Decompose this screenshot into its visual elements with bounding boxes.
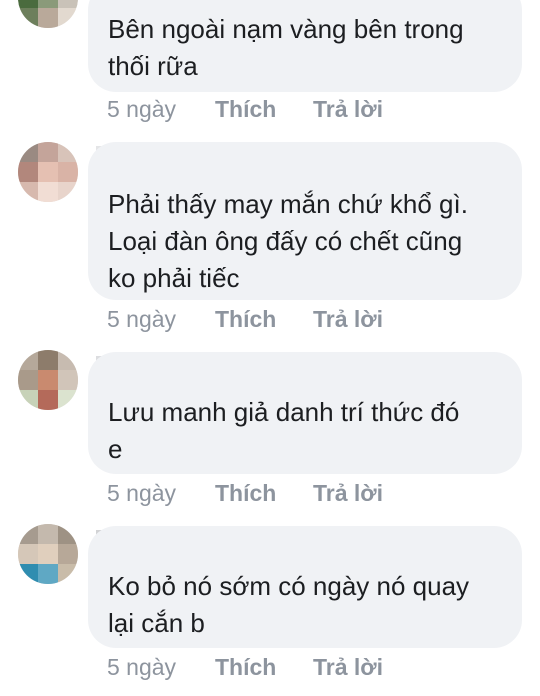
comment-text: Phải thấy may mắn chứ khổ gì. Loại đàn ô… xyxy=(108,189,468,293)
avatar[interactable] xyxy=(18,142,78,202)
comment-text: Ko bỏ nó sớm có ngày nó quay lại cắn b xyxy=(108,571,470,638)
comment-bubble: Bên ngoài nạm vàng bên trong thối rữa xyxy=(88,0,522,92)
like-button[interactable]: Thích xyxy=(215,652,313,682)
comment-text: Lưu manh giả danh trí thức đó e xyxy=(108,397,460,464)
reply-button[interactable]: Trả lời xyxy=(313,94,383,124)
comment-time[interactable]: 5 ngày xyxy=(107,652,215,682)
like-button[interactable]: Thích xyxy=(215,304,313,334)
like-button[interactable]: Thích xyxy=(215,94,313,124)
comment-actions: 5 ngày Thích Trả lời xyxy=(107,478,383,508)
comment-actions: 5 ngày Thích Trả lời xyxy=(107,304,383,334)
comment-time[interactable]: 5 ngày xyxy=(107,304,215,334)
comment-actions: 5 ngày Thích Trả lời xyxy=(107,652,383,682)
comment-bubble: Phải thấy may mắn chứ khổ gì. Loại đàn ô… xyxy=(88,142,522,300)
comment-bubble: Ko bỏ nó sớm có ngày nó quay lại cắn b xyxy=(88,526,522,648)
comment-bubble: Lưu manh giả danh trí thức đó e xyxy=(88,352,522,474)
reply-button[interactable]: Trả lời xyxy=(313,478,383,508)
like-button[interactable]: Thích xyxy=(215,478,313,508)
avatar[interactable] xyxy=(18,350,78,410)
reply-button[interactable]: Trả lời xyxy=(313,304,383,334)
reply-button[interactable]: Trả lời xyxy=(313,652,383,682)
avatar[interactable] xyxy=(18,524,78,584)
comment-time[interactable]: 5 ngày xyxy=(107,478,215,508)
avatar[interactable] xyxy=(18,0,78,28)
comment-time[interactable]: 5 ngày xyxy=(107,94,215,124)
comment-actions: 5 ngày Thích Trả lời xyxy=(107,94,383,124)
comment-text: Bên ngoài nạm vàng bên trong thối rữa xyxy=(108,14,464,81)
